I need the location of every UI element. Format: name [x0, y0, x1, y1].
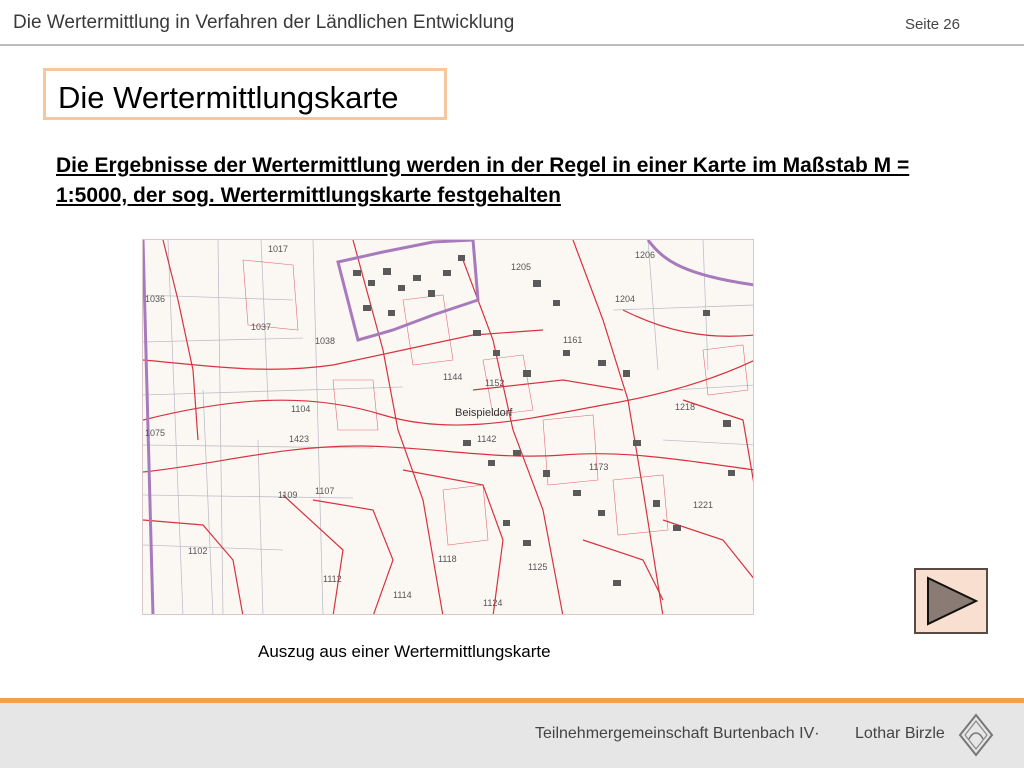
diamond-seal-icon	[958, 713, 994, 757]
parcel-label: 1124	[483, 598, 502, 608]
page-number: Seite 26	[904, 16, 960, 33]
parcel-label: 1423	[289, 434, 309, 444]
parcel-label: 1173	[589, 462, 608, 472]
slide-footer: Teilnehmergemeinschaft Burtenbach IV· Lo…	[0, 703, 1024, 768]
parcel-label: 1206	[635, 250, 655, 260]
parcel-label: 1036	[145, 294, 165, 304]
parcel-label: 1038	[315, 336, 335, 346]
slide-title-box: Die Wertermittlungskarte	[43, 68, 447, 120]
map-caption: Auszug aus einer Wertermittlungskarte	[258, 642, 551, 661]
slide-header: Die Wertermittlung in Verfahren der Länd…	[0, 0, 1024, 46]
parcel-label: 1142	[477, 434, 496, 444]
parcel-label: 1221	[693, 500, 713, 510]
parcel-label: 1109	[278, 490, 297, 500]
parcel-label: 1161	[563, 335, 582, 345]
header-title: Die Wertermittlung in Verfahren der Länd…	[13, 12, 515, 33]
parcel-label: 1017	[268, 244, 288, 254]
next-slide-button[interactable]	[914, 568, 988, 634]
play-triangle-icon	[927, 576, 979, 626]
parcel-label: 1037	[251, 322, 271, 332]
parcel-label: 1112	[323, 574, 342, 584]
parcel-label: 1205	[511, 262, 531, 272]
parcel-label: 1204	[615, 294, 635, 304]
parcel-label: 1144	[443, 372, 462, 382]
parcel-label: 1152	[485, 378, 504, 388]
map-image: 1017 1036 1037 1038 1104 1423 1075 1109 …	[142, 239, 754, 615]
parcel-label: 1118	[438, 554, 457, 564]
village-label: Beispieldorf	[455, 407, 513, 419]
footer-organization: Teilnehmergemeinschaft Burtenbach IV·	[535, 725, 820, 742]
parcel-label: 1102	[188, 546, 207, 556]
parcel-label: 1218	[675, 402, 695, 412]
lead-text: Die Ergebnisse der Wertermittlung werden…	[56, 154, 910, 207]
parcel-label: 1075	[145, 428, 165, 438]
parcel-label: 1104	[291, 404, 310, 414]
footer-author: Lothar Birzle	[855, 725, 945, 742]
map-drawing: 1017 1036 1037 1038 1104 1423 1075 1109 …	[143, 240, 753, 614]
parcel-label: 1114	[393, 590, 412, 600]
parcel-label: 1125	[528, 562, 547, 572]
slide-title: Die Wertermittlungskarte	[58, 80, 399, 115]
parcel-label: 1107	[315, 486, 334, 496]
